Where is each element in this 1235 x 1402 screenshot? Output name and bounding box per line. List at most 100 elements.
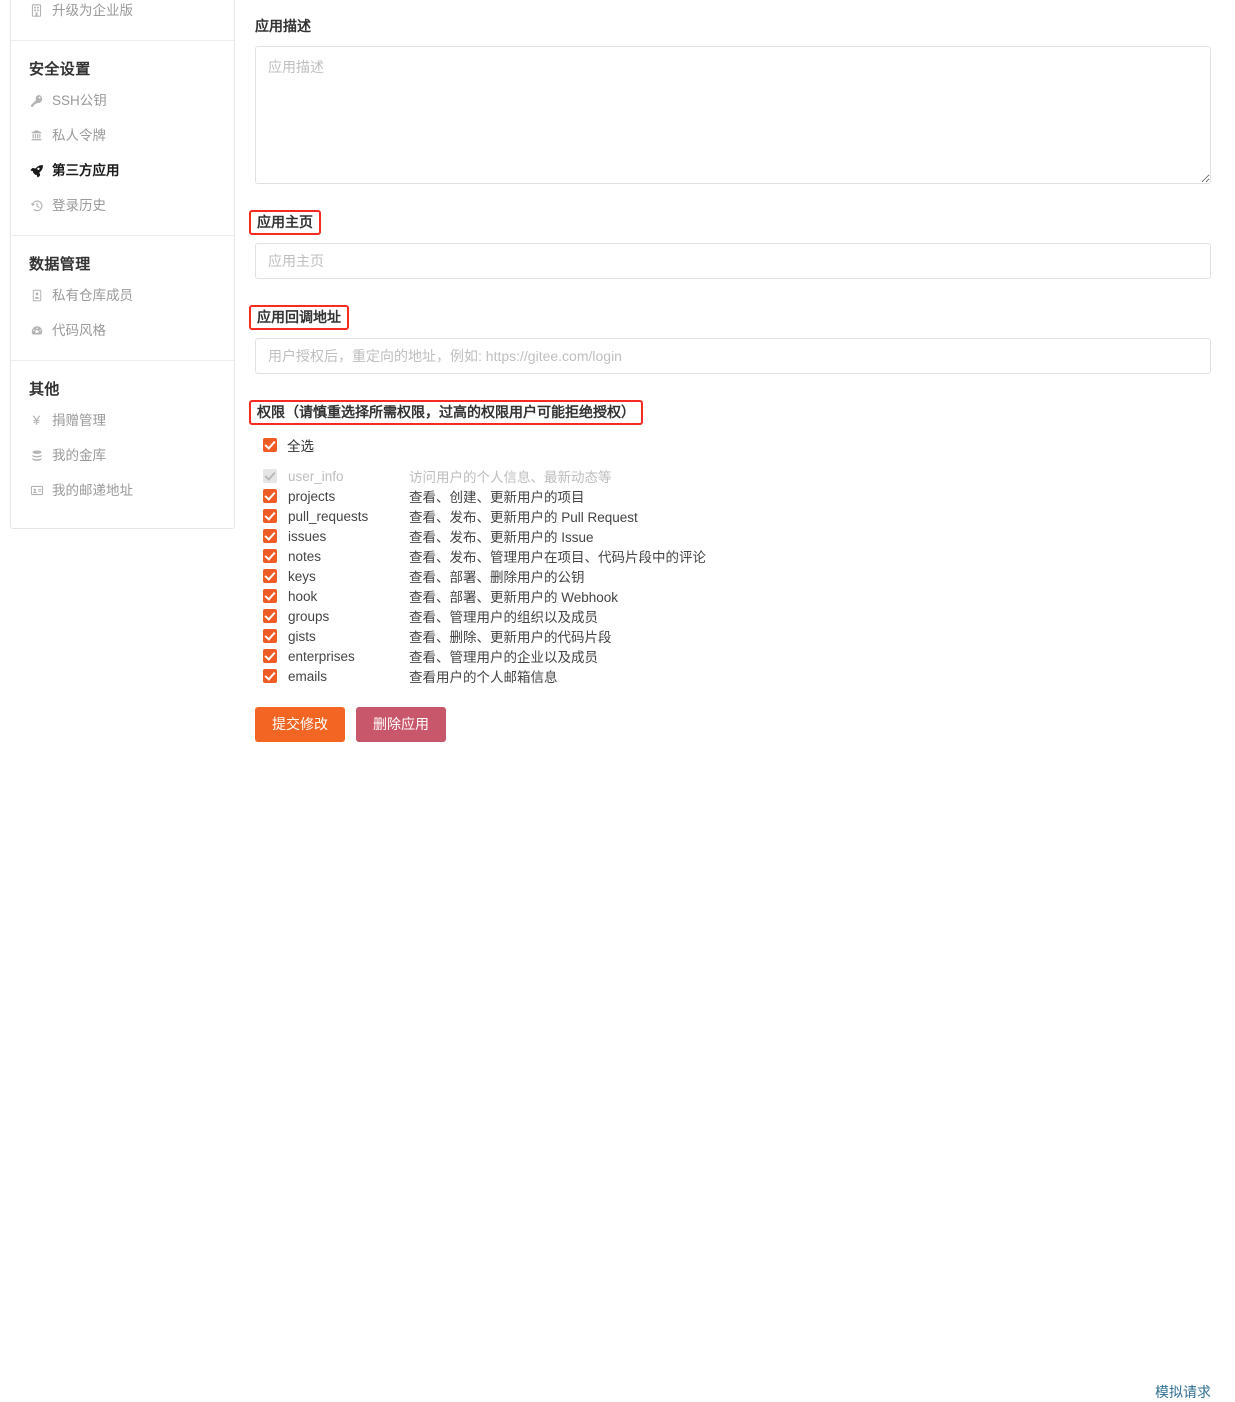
id-card-icon (29, 288, 44, 303)
permission-row-hook[interactable]: hook 查看、部署、更新用户的 Webhook (263, 586, 1211, 606)
permission-description: 查看、部署、删除用户的公钥 (409, 570, 585, 585)
permission-row-emails[interactable]: emails 查看用户的个人邮箱信息 (263, 666, 1211, 686)
speedometer-icon (29, 323, 44, 338)
permission-name: emails (288, 668, 328, 684)
checkbox-user_info (263, 469, 277, 483)
sidebar-item-my-vault[interactable]: 我的金库 (11, 438, 234, 473)
key-icon (29, 93, 44, 108)
sidebar-item-label: 我的邮递地址 (52, 483, 133, 498)
sidebar-item-ssh-keys[interactable]: SSH公钥 (11, 83, 234, 118)
sidebar-item-donation-management[interactable]: 捐赠管理 (11, 403, 234, 438)
checkbox-projects[interactable] (263, 489, 277, 503)
app-callback-input[interactable] (255, 338, 1211, 374)
checkbox-notes[interactable] (263, 549, 277, 563)
field-app-description: 应用描述 (255, 0, 1211, 184)
sidebar-item-private-repo-members[interactable]: 私有仓库成员 (11, 278, 234, 313)
app-homepage-label: 应用主页 (257, 214, 313, 230)
field-app-callback: 应用回调地址 (249, 285, 1211, 374)
permission-description: 查看、创建、更新用户的项目 (409, 490, 585, 505)
third-party-app-form: 应用描述 应用主页 应用回调地址 权限（请慎重选择所需权限，过高的权限用户可能拒… (249, 0, 1211, 1400)
sidebar-item-upgrade-enterprise[interactable]: 升级为企业版 (11, 0, 234, 28)
checkbox-select-all[interactable] (263, 438, 277, 452)
sidebar-item-label: 登录历史 (52, 198, 106, 213)
sidebar-item-login-history[interactable]: 登录历史 (11, 188, 234, 223)
permission-row-issues[interactable]: issues 查看、发布、更新用户的 Issue (263, 526, 1211, 546)
checkbox-emails[interactable] (263, 669, 277, 683)
token-icon (29, 128, 44, 143)
app-callback-label: 应用回调地址 (257, 309, 341, 325)
permission-description: 查看、发布、管理用户在项目、代码片段中的评论 (409, 550, 706, 565)
app-callback-label-highlight: 应用回调地址 (249, 305, 349, 330)
sidebar-item-label: 第三方应用 (52, 163, 120, 178)
sidebar-group-title: 安全设置 (29, 61, 91, 78)
permission-description: 查看用户的个人邮箱信息 (409, 670, 558, 685)
field-permissions: 权限（请慎重选择所需权限，过高的权限用户可能拒绝授权） 全选 user_info… (249, 380, 1211, 686)
checkbox-hook[interactable] (263, 589, 277, 603)
sidebar-item-private-token[interactable]: 私人令牌 (11, 118, 234, 153)
app-description-input[interactable] (255, 46, 1211, 184)
settings-page: 升级为企业版 安全设置 SSH公钥 私人令牌 第三方应用 登录历史 数据管理 私… (0, 0, 1235, 1400)
permission-select-all-label: 全选 (287, 439, 314, 454)
coins-icon (29, 448, 44, 463)
permission-name: groups (288, 608, 330, 624)
address-card-icon (29, 483, 44, 498)
permission-name: enterprises (288, 648, 355, 664)
settings-sidebar: 升级为企业版 安全设置 SSH公钥 私人令牌 第三方应用 登录历史 数据管理 私… (10, 0, 235, 529)
sidebar-item-code-style[interactable]: 代码风格 (11, 313, 234, 348)
permission-row-user_info[interactable]: user_info 访问用户的个人信息、最新动态等 (263, 466, 1211, 486)
sidebar-item-label: SSH公钥 (52, 93, 107, 108)
permission-row-pull_requests[interactable]: pull_requests 查看、发布、更新用户的 Pull Request (263, 506, 1211, 526)
permission-name: keys (288, 568, 316, 584)
permission-description: 查看、管理用户的企业以及成员 (409, 650, 598, 665)
permission-row-projects[interactable]: projects 查看、创建、更新用户的项目 (263, 486, 1211, 506)
delete-app-button[interactable]: 删除应用 (356, 707, 446, 742)
checkbox-enterprises[interactable] (263, 649, 277, 663)
permissions-label-highlight: 权限（请慎重选择所需权限，过高的权限用户可能拒绝授权） (249, 400, 643, 425)
permission-select-all-row[interactable]: 全选 (263, 435, 1211, 455)
permission-row-notes[interactable]: notes 查看、发布、管理用户在项目、代码片段中的评论 (263, 546, 1211, 566)
app-homepage-input[interactable] (255, 243, 1211, 279)
sidebar-item-third-party-apps[interactable]: 第三方应用 (11, 153, 234, 188)
field-app-homepage: 应用主页 (249, 190, 1211, 279)
permission-row-gists[interactable]: gists 查看、删除、更新用户的代码片段 (263, 626, 1211, 646)
permission-name: issues (288, 528, 327, 544)
permission-row-enterprises[interactable]: enterprises 查看、管理用户的企业以及成员 (263, 646, 1211, 666)
permission-description: 查看、管理用户的组织以及成员 (409, 610, 598, 625)
permission-description: 访问用户的个人信息、最新动态等 (409, 470, 612, 485)
permission-list: user_info 访问用户的个人信息、最新动态等 projects 查看、创建… (263, 466, 1211, 686)
permission-name: projects (288, 488, 336, 504)
permission-name: pull_requests (288, 508, 369, 524)
sidebar-item-label: 私有仓库成员 (52, 288, 133, 303)
permission-row-keys[interactable]: keys 查看、部署、删除用户的公钥 (263, 566, 1211, 586)
permission-name: user_info (288, 468, 344, 484)
sidebar-group-title: 其他 (29, 381, 60, 398)
permission-name: gists (288, 628, 316, 644)
sidebar-group-top: 升级为企业版 (11, 0, 234, 40)
simulate-request-link[interactable]: 模拟请求 (1155, 1382, 1211, 1402)
submit-changes-button[interactable]: 提交修改 (255, 707, 345, 742)
app-homepage-label-highlight: 应用主页 (249, 210, 321, 235)
rocket-icon (29, 163, 44, 178)
history-icon (29, 198, 44, 213)
sidebar-group-title: 数据管理 (29, 256, 91, 273)
sidebar-item-label: 我的金库 (52, 448, 106, 463)
sidebar-group-other: 其他 捐赠管理 我的金库 我的邮递地址 (11, 360, 234, 528)
yen-icon (29, 413, 44, 428)
checkbox-gists[interactable] (263, 629, 277, 643)
checkbox-pull_requests[interactable] (263, 509, 277, 523)
checkbox-groups[interactable] (263, 609, 277, 623)
checkbox-keys[interactable] (263, 569, 277, 583)
app-description-label: 应用描述 (255, 18, 311, 34)
permissions-label: 权限（请慎重选择所需权限，过高的权限用户可能拒绝授权） (257, 404, 635, 420)
sidebar-item-label: 升级为企业版 (52, 3, 133, 18)
permission-name: hook (288, 588, 318, 604)
permission-description: 查看、部署、更新用户的 Webhook (409, 590, 619, 605)
permission-name: notes (288, 548, 322, 564)
sidebar-group-data: 数据管理 私有仓库成员 代码风格 (11, 235, 234, 360)
permission-row-groups[interactable]: groups 查看、管理用户的组织以及成员 (263, 606, 1211, 626)
sidebar-item-label: 私人令牌 (52, 128, 106, 143)
sidebar-item-my-mailing-address[interactable]: 我的邮递地址 (11, 473, 234, 508)
building-icon (29, 3, 44, 18)
permission-description: 查看、发布、更新用户的 Issue (409, 530, 594, 545)
checkbox-issues[interactable] (263, 529, 277, 543)
